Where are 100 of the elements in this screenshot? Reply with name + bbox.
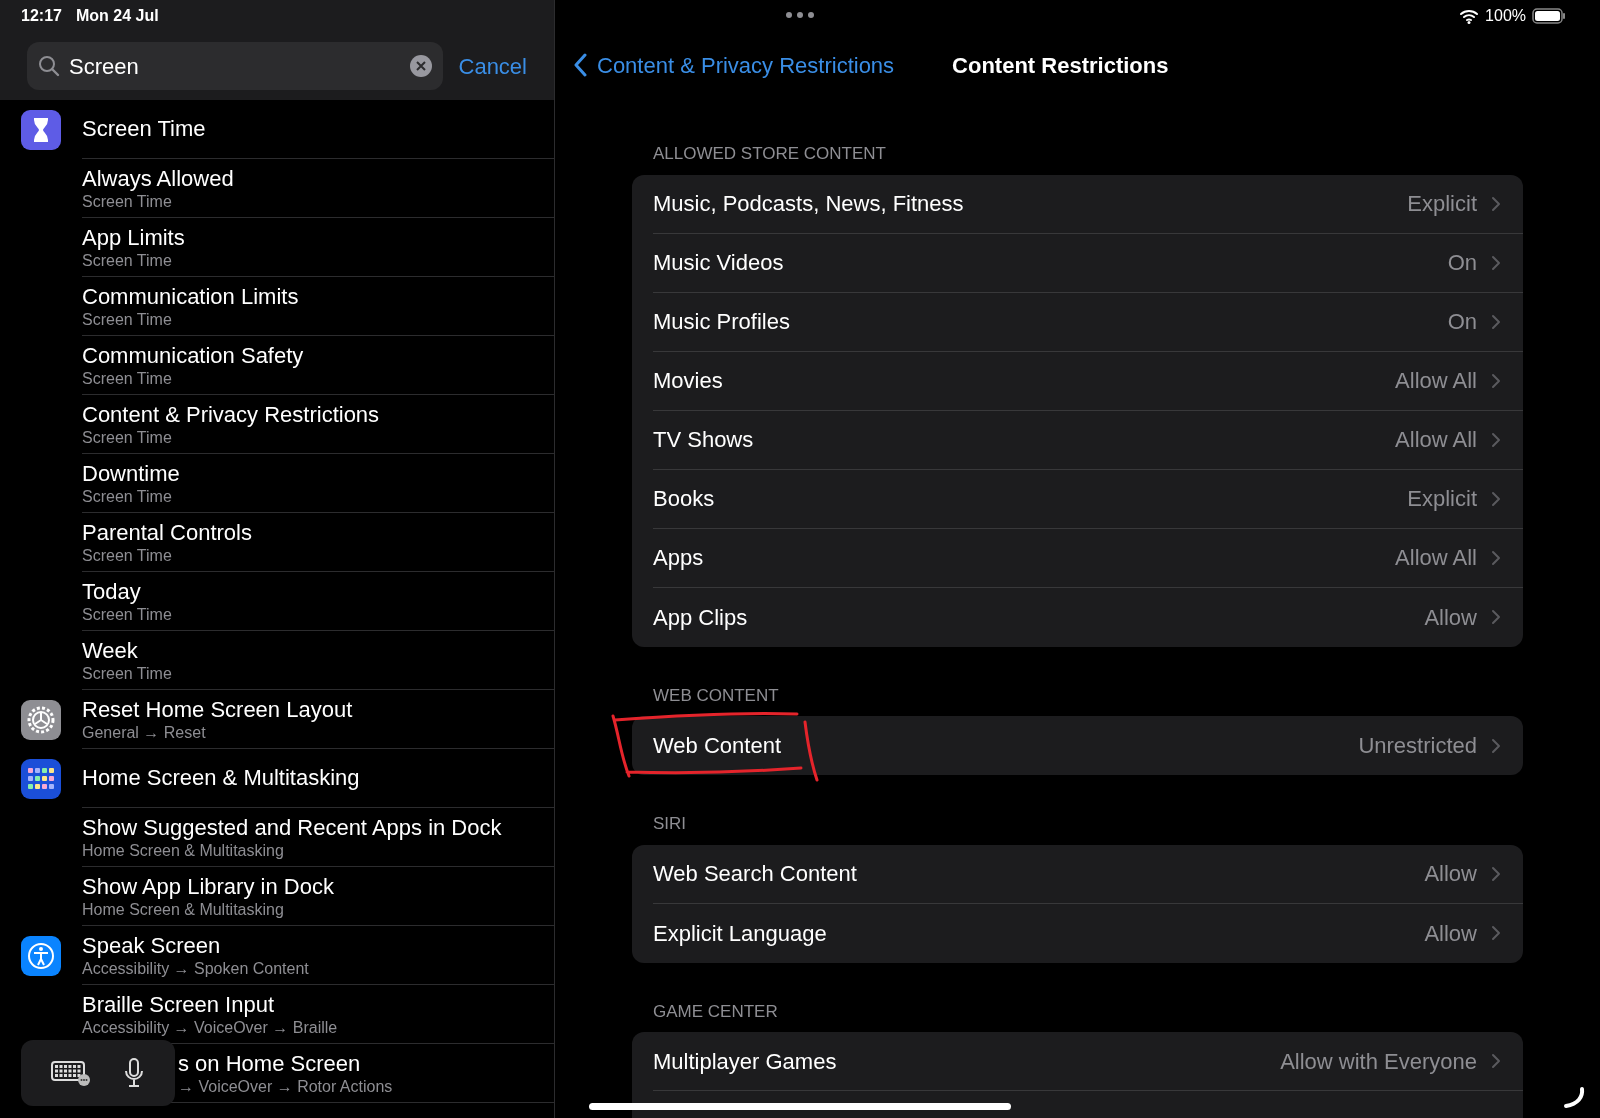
gear-icon: [21, 699, 61, 740]
search-result[interactable]: Content & Privacy Restrictions Screen Time: [82, 395, 554, 454]
chevron-icon: [1491, 737, 1501, 754]
result-subtitle: Screen Time: [82, 486, 173, 506]
result-title: Screen Time: [82, 116, 207, 142]
app-grid-icon: [21, 758, 61, 799]
row-value: Allow All: [1395, 426, 1477, 454]
result-subtitle: → VoiceOver → Rotor Actions: [178, 1076, 394, 1096]
row-value: Explicit: [1407, 485, 1477, 513]
clear-icon[interactable]: [408, 54, 433, 78]
result-title: Communication Safety: [82, 342, 305, 369]
search-result[interactable]: Home Screen & Multitasking: [82, 749, 554, 808]
status-date: Mon 24 Jul: [75, 6, 159, 26]
result-title: Content & Privacy Restrictions: [82, 401, 381, 428]
search-result[interactable]: Communication Limits Screen Time: [82, 277, 554, 336]
search-result[interactable]: App Limits Screen Time: [82, 218, 554, 277]
battery-icon: [1532, 8, 1566, 24]
settings-row[interactable]: Web Content Unrestricted: [632, 716, 1523, 775]
result-title: s on Home Screen: [178, 1050, 362, 1077]
result-title: Downtime: [82, 460, 181, 487]
result-subtitle: General → Reset: [82, 722, 207, 742]
search-result[interactable]: Always Allowed Screen Time: [82, 159, 554, 218]
result-subtitle: Accessibility → VoiceOver → Braille: [82, 1017, 339, 1037]
row-value: On: [1447, 308, 1477, 336]
search-result[interactable]: Show App Library in Dock Home Screen & Multitasking: [82, 867, 554, 926]
row-label: Web Content: [653, 732, 781, 760]
settings-row[interactable]: Music Videos On: [632, 233, 1523, 293]
result-title: Today: [82, 578, 142, 605]
row-value: Unrestricted: [1358, 732, 1477, 760]
result-subtitle: Screen Time: [82, 250, 173, 270]
result-title: Speak Screen: [82, 932, 222, 959]
settings-row[interactable]: Music Profiles On: [632, 292, 1523, 352]
chevron-icon: [1491, 195, 1501, 212]
settings-row[interactable]: TV Shows Allow All: [632, 410, 1523, 470]
back-button[interactable]: Content & Privacy Restrictions: [573, 48, 895, 82]
search-result[interactable]: Reset Home Screen Layout General → Reset: [82, 690, 554, 749]
accessibility-icon: [21, 935, 61, 976]
row-label: Explicit Language: [653, 919, 827, 948]
section-header: WEB CONTENT: [652, 684, 780, 707]
result-subtitle: Accessibility → Spoken Content: [82, 958, 310, 978]
chevron-icon: [1491, 431, 1501, 448]
settings-row[interactable]: Apps Allow All: [632, 528, 1523, 588]
row-value: On: [1447, 249, 1477, 277]
row-label: Music, Podcasts, News, Fitness: [653, 190, 964, 218]
chevron-icon: [1491, 490, 1501, 507]
settings-row[interactable]: Books Explicit: [632, 469, 1523, 529]
search-result[interactable]: Show Suggested and Recent Apps in Dock Home Screen & Multitasking: [82, 808, 554, 867]
settings-row[interactable]: Multiplayer Games Allow with Everyone: [632, 1032, 1523, 1091]
row-label: Web Search Content: [653, 860, 857, 888]
row-value: Allow All: [1395, 544, 1477, 572]
search-result[interactable]: Communication Safety Screen Time: [82, 336, 554, 395]
settings-row[interactable]: App Clips Allow: [632, 587, 1523, 647]
row-label: Music Videos: [653, 249, 784, 277]
settings-row[interactable]: Web Search Content Allow: [632, 844, 1523, 904]
row-label: TV Shows: [653, 426, 754, 454]
search-result[interactable]: Speak Screen Accessibility → Spoken Content: [82, 926, 554, 985]
result-title: Braille Screen Input: [82, 991, 275, 1018]
result-title: Show Suggested and Recent Apps in Dock: [82, 814, 503, 841]
row-value: Allow: [1424, 603, 1477, 632]
settings-row[interactable]: Music, Podcasts, News, Fitness Explicit: [632, 174, 1523, 234]
row-value: Allow All: [1395, 367, 1477, 395]
settings-row[interactable]: Movies Allow All: [632, 351, 1523, 411]
search-result[interactable]: Today Screen Time: [82, 572, 554, 631]
result-subtitle: Screen Time: [82, 368, 173, 388]
row-label: Music Profiles: [653, 308, 790, 336]
section-header: ALLOWED STORE CONTENT: [652, 143, 887, 165]
search-result[interactable]: Screen Time: [82, 100, 554, 159]
search-input[interactable]: Screen: [69, 49, 401, 83]
keyboard-icon: [51, 1060, 91, 1086]
row-value: Allow with Everyone: [1280, 1047, 1477, 1076]
result-title: Communication Limits: [82, 283, 300, 310]
section-header: GAME CENTER: [652, 1000, 779, 1023]
chevron-icon: [1491, 549, 1501, 566]
cancel-button[interactable]: Cancel: [458, 49, 527, 83]
status-time: 12:17: [21, 6, 62, 26]
search-result[interactable]: Parental Controls Screen Time: [82, 513, 554, 572]
search-result[interactable]: Downtime Screen Time: [82, 454, 554, 513]
result-title: Always Allowed: [82, 165, 235, 192]
multitasking-dots-icon: [785, 11, 815, 19]
row-value: Allow: [1424, 919, 1477, 948]
chevron-icon: [1491, 1053, 1501, 1069]
battery-percent: 100%: [1485, 6, 1526, 26]
result-subtitle: Screen Time: [82, 191, 173, 211]
section-header: SIRI: [652, 813, 688, 835]
result-title: App Limits: [82, 224, 186, 251]
result-title: Show App Library in Dock: [82, 873, 335, 900]
result-subtitle: Screen Time: [82, 309, 173, 329]
result-subtitle: Screen Time: [82, 427, 173, 447]
search-result[interactable]: Week Screen Time: [82, 631, 554, 690]
search-field[interactable]: Screen: [27, 42, 443, 90]
search-icon: [37, 54, 61, 78]
chevron-icon: [1491, 313, 1501, 330]
row-label: App Clips: [653, 603, 748, 632]
hourglass-icon: [21, 109, 61, 150]
result-title: Week: [82, 637, 139, 664]
settings-row[interactable]: Explicit Language Allow: [632, 903, 1523, 963]
chevron-icon: [1491, 609, 1501, 625]
row-label: Apps: [653, 544, 704, 572]
curve-stroke-icon: [1562, 1086, 1586, 1110]
page-title: Content Restrictions: [952, 51, 1169, 80]
